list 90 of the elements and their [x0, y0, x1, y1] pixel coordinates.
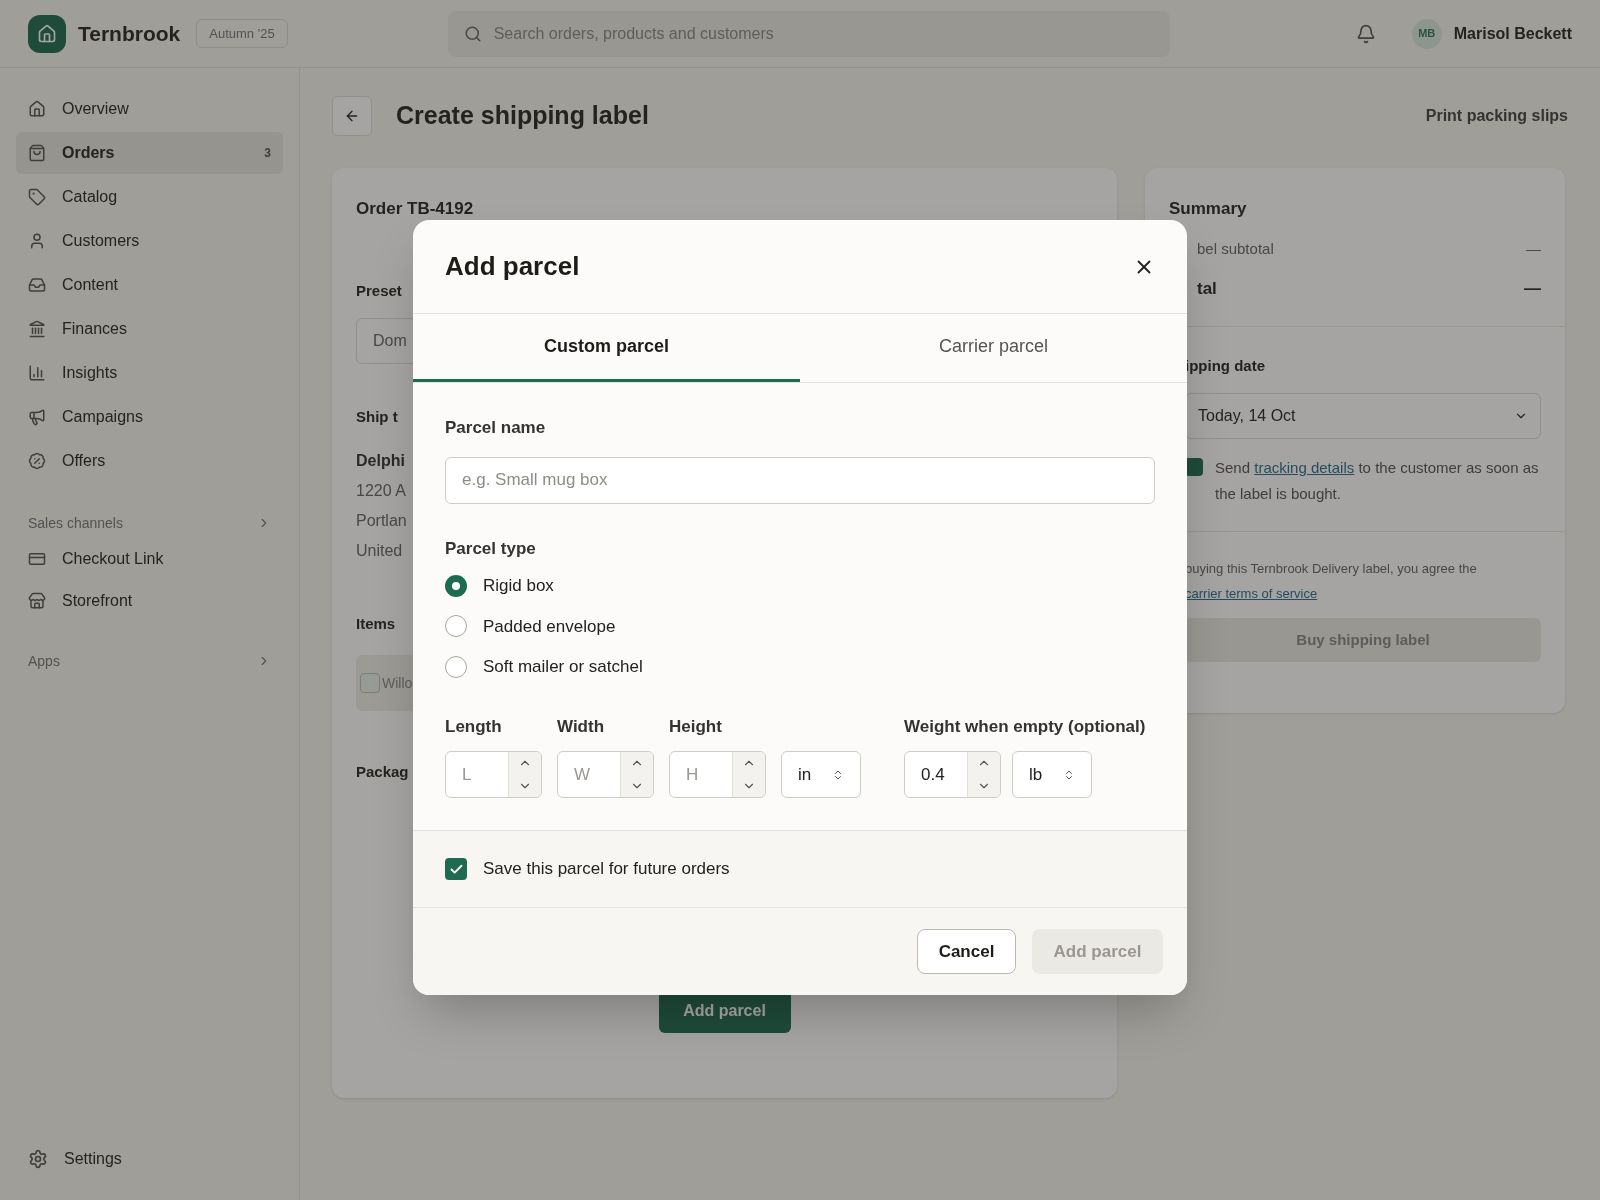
field-label: Weight when empty (optional): [904, 715, 1146, 738]
nav-item[interactable]: Settings: [16, 1138, 283, 1180]
nav-icon: [28, 232, 46, 250]
radio-label: Padded envelope: [483, 615, 616, 638]
tab[interactable]: Carrier parcel: [800, 314, 1187, 382]
number-stepper[interactable]: L: [445, 751, 542, 798]
section-label: Ship t: [356, 407, 398, 427]
nav-icon: [28, 276, 46, 294]
nav-item[interactable]: Orders 3: [16, 132, 283, 174]
address-line: Portlan: [356, 510, 407, 531]
updown-icon: [1063, 768, 1075, 781]
nav-item[interactable]: Catalog: [16, 176, 283, 218]
card-title: Order TB-4192: [356, 198, 474, 220]
item-thumbnail-icon: [360, 673, 380, 693]
nav-item[interactable]: Finances: [16, 308, 283, 350]
number-input[interactable]: W: [558, 752, 620, 797]
checkbox[interactable]: [445, 858, 467, 880]
nav-icon: [28, 592, 46, 610]
field-label: Width: [557, 715, 606, 738]
radio-label: Soft mailer or satchel: [483, 656, 643, 678]
tracking-link[interactable]: tracking details: [1254, 459, 1355, 476]
address-line: Delphi: [356, 450, 406, 471]
nav-icon: [28, 364, 46, 382]
address-line: United: [356, 540, 404, 561]
search-bar[interactable]: Search orders, products and customers: [447, 10, 1170, 57]
nav-icon: [28, 550, 46, 568]
brand-name: Ternbrook: [78, 20, 181, 47]
summary-value: —: [1526, 238, 1541, 259]
section-header[interactable]: Apps: [16, 646, 283, 676]
radio-label: Rigid box: [483, 575, 554, 597]
search-icon: [463, 24, 482, 43]
field-label: Parcel name: [445, 417, 547, 439]
nav-icon: [28, 188, 46, 206]
nav-icon: [28, 100, 46, 118]
tab[interactable]: Custom parcel: [413, 314, 800, 382]
nav-item[interactable]: Storefront: [16, 580, 283, 622]
user-name: Marisol Beckett: [1453, 23, 1572, 44]
season-badge: Autumn '25: [196, 18, 288, 49]
card-title: Summary: [1169, 199, 1247, 218]
nav-item[interactable]: Customers: [16, 220, 283, 262]
radio-button[interactable]: [445, 574, 467, 597]
logo-icon: [28, 14, 66, 53]
settings-icon: [28, 1149, 48, 1169]
number-stepper[interactable]: H: [669, 751, 766, 798]
field-label: Length: [445, 715, 503, 738]
nav-icon: [28, 408, 46, 426]
cancel-button[interactable]: Cancel: [917, 929, 1016, 974]
nav-item[interactable]: Insights: [16, 352, 283, 394]
section-label: Packag: [356, 762, 409, 782]
address-line: 1220 A: [356, 480, 407, 501]
number-stepper[interactable]: W: [557, 751, 654, 798]
back-arrow-icon: [344, 108, 360, 124]
field-label: Parcel type: [445, 537, 537, 560]
count-label: 3: [264, 145, 271, 162]
field-label: ipping date: [1185, 355, 1266, 376]
nav-item[interactable]: Content: [16, 264, 283, 306]
back-button[interactable]: [332, 96, 372, 136]
field-label: Preset: [356, 280, 402, 301]
terms-link[interactable]: carrier terms of service: [1185, 586, 1318, 601]
number-input[interactable]: 0.4: [905, 752, 967, 797]
notify-text: Send tracking details to the customer as soon as the label is bought.: [1215, 458, 1540, 504]
item-name: Willo: [382, 673, 413, 693]
updown-icon: [832, 768, 844, 781]
nav-item[interactable]: Campaigns: [16, 396, 283, 438]
number-stepper[interactable]: 0.4: [904, 751, 1001, 798]
summary-label: bel subtotal: [1197, 238, 1274, 259]
page-title: Create shipping label: [396, 100, 649, 132]
summary-value: —: [1524, 278, 1541, 300]
notifications-icon[interactable]: [1355, 23, 1376, 44]
nav-item[interactable]: Checkout Link: [16, 538, 283, 580]
summary-label: tal: [1197, 278, 1217, 300]
unit-select[interactable]: lb: [1012, 751, 1092, 798]
nav-icon: [28, 452, 46, 470]
unit-select[interactable]: in: [781, 751, 861, 798]
nav-icon: [28, 144, 46, 162]
radio-button[interactable]: [445, 615, 467, 638]
section-header[interactable]: Sales channels: [16, 508, 283, 538]
parcel-name-field[interactable]: e.g. Small mug box: [445, 456, 1155, 504]
section-label: Items: [356, 613, 396, 634]
nav-item[interactable]: Overview: [16, 88, 283, 130]
search-input[interactable]: Search orders, products and customers: [493, 21, 1154, 46]
print-link[interactable]: Print packing slips: [1425, 104, 1568, 128]
nav-item[interactable]: Offers: [16, 440, 283, 482]
number-input[interactable]: H: [670, 752, 732, 797]
checkbox-label: Save this parcel for future orders: [483, 858, 730, 881]
field-label: Height: [669, 715, 723, 738]
radio-button[interactable]: [445, 655, 467, 678]
dialog-title: Add parcel: [445, 250, 580, 283]
nav-icon: [28, 320, 46, 338]
number-input[interactable]: L: [446, 752, 508, 797]
